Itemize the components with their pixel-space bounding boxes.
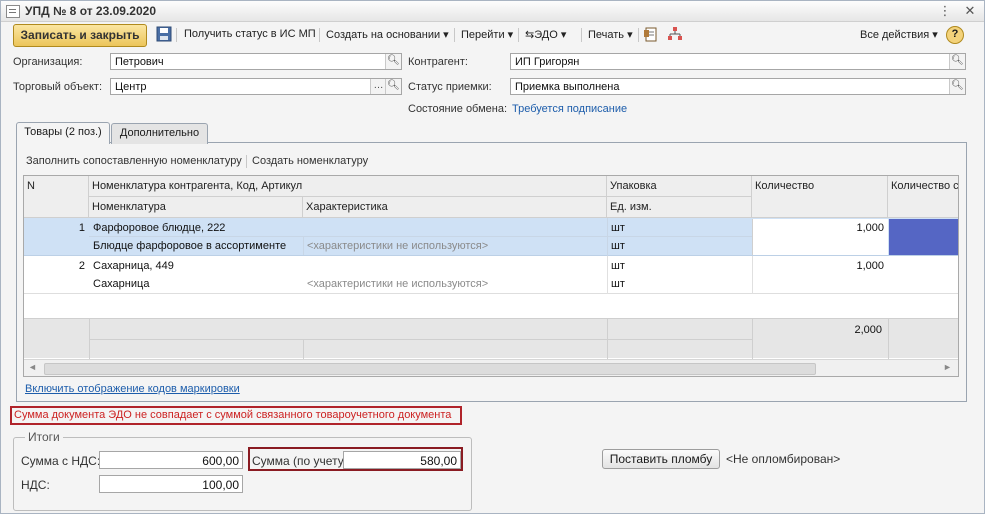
column-header-qty2[interactable]: Количество с <box>888 176 958 218</box>
title-bar: УПД № 8 от 23.09.2020 ⋮ ✕ <box>1 1 984 22</box>
document-icon <box>6 5 20 18</box>
scroll-right-icon[interactable]: ► <box>943 362 952 372</box>
organization-label: Организация: <box>13 56 83 68</box>
selected-cell[interactable] <box>889 219 958 255</box>
exchange-state-link[interactable]: Требуется подписание <box>512 103 627 115</box>
tab-goods[interactable]: Товары (2 поз.) <box>16 122 110 144</box>
set-seal-button[interactable]: Поставить пломбу <box>602 449 720 469</box>
goods-table[interactable]: N Номенклатура контрагента, Код, Артикул… <box>23 175 959 377</box>
column-header-contractor-item[interactable]: Номенклатура контрагента, Код, Артикул <box>89 176 607 197</box>
column-header-n[interactable]: N <box>24 176 89 218</box>
create-nomenclature-button[interactable]: Создать номенклатуру <box>252 155 368 167</box>
column-header-unit[interactable]: Ед. изм. <box>607 197 752 218</box>
column-header-characteristic[interactable]: Характеристика <box>303 197 607 218</box>
table-row[interactable]: 2 Сахарница, 449 Сахарница <характеристи… <box>24 256 958 294</box>
help-button[interactable]: ? <box>946 26 964 44</box>
search-icon[interactable]: 🔍︎ <box>385 79 401 94</box>
error-message: Сумма документа ЭДО не совпадает с суммо… <box>10 406 462 425</box>
column-header-item[interactable]: Номенклатура <box>89 197 303 218</box>
organization-field[interactable]: Петрович 🔍︎ <box>110 53 402 70</box>
horizontal-scrollbar[interactable]: ◄ ► <box>24 359 958 376</box>
column-header-package[interactable]: Упаковка <box>607 176 752 197</box>
table-row[interactable]: 1 Фарфоровое блюдце, 222 Блюдце фарфоров… <box>24 218 958 256</box>
sum-accounting-label: Сумма (по учету): <box>252 454 352 468</box>
seal-status: <Не опломбирован> <box>726 452 841 466</box>
vat-label: НДС: <box>21 478 50 492</box>
structure-icon[interactable] <box>667 26 683 42</box>
print-menu[interactable]: Печать ▾ <box>588 28 633 41</box>
edo-menu[interactable]: ⇆ЭДО ▾ <box>525 28 566 41</box>
save-icon[interactable] <box>156 26 172 42</box>
close-icon[interactable]: ✕ <box>963 4 977 18</box>
select-button[interactable]: … <box>370 79 386 94</box>
document-window: УПД № 8 от 23.09.2020 ⋮ ✕ Записать и зак… <box>0 0 985 514</box>
search-icon[interactable]: 🔍︎ <box>949 79 965 94</box>
fill-mapped-button[interactable]: Заполнить сопоставленную номенклатуру <box>26 155 242 167</box>
create-based-on-menu[interactable]: Создать на основании ▾ <box>326 28 449 41</box>
search-icon[interactable]: 🔍︎ <box>385 54 401 69</box>
trade-object-field[interactable]: Центр … 🔍︎ <box>110 78 402 95</box>
contractor-label: Контрагент: <box>408 56 468 68</box>
edo-icon: ⇆ <box>525 29 535 41</box>
contractor-field[interactable]: ИП Григорян 🔍︎ <box>510 53 966 70</box>
window-title: УПД № 8 от 23.09.2020 <box>25 4 156 18</box>
search-icon[interactable]: 🔍︎ <box>949 54 965 69</box>
menu-icon[interactable]: ⋮ <box>938 4 952 18</box>
command-bar: Записать и закрыть Получить статус в ИС … <box>1 22 984 48</box>
vat-field[interactable]: 100,00 <box>99 475 243 493</box>
get-status-button[interactable]: Получить статус в ИС МП <box>184 28 316 40</box>
save-and-close-button[interactable]: Записать и закрыть <box>13 24 147 47</box>
sum-accounting-field[interactable]: 580,00 <box>343 451 461 469</box>
show-marking-codes-link[interactable]: Включить отображение кодов маркировки <box>25 383 240 395</box>
report-icon[interactable] <box>643 26 659 42</box>
sum-vat-field[interactable]: 600,00 <box>99 451 243 469</box>
trade-object-label: Торговый объект: <box>13 81 103 93</box>
goto-menu[interactable]: Перейти ▾ <box>461 28 513 41</box>
totals-title: Итоги <box>25 430 63 444</box>
column-header-qty[interactable]: Количество <box>752 176 888 218</box>
table-footer: 2,000 <box>24 318 958 359</box>
total-qty: 2,000 <box>854 324 882 336</box>
scroll-thumb[interactable] <box>44 363 816 375</box>
tab-additional[interactable]: Дополнительно <box>111 123 208 144</box>
exchange-state-label: Состояние обмена: <box>408 103 508 115</box>
acceptance-status-label: Статус приемки: <box>408 81 492 93</box>
all-actions-menu[interactable]: Все действия ▾ <box>860 28 938 41</box>
sum-vat-label: Сумма с НДС: <box>21 454 101 468</box>
acceptance-status-field[interactable]: Приемка выполнена 🔍︎ <box>510 78 966 95</box>
scroll-left-icon[interactable]: ◄ <box>28 362 37 372</box>
